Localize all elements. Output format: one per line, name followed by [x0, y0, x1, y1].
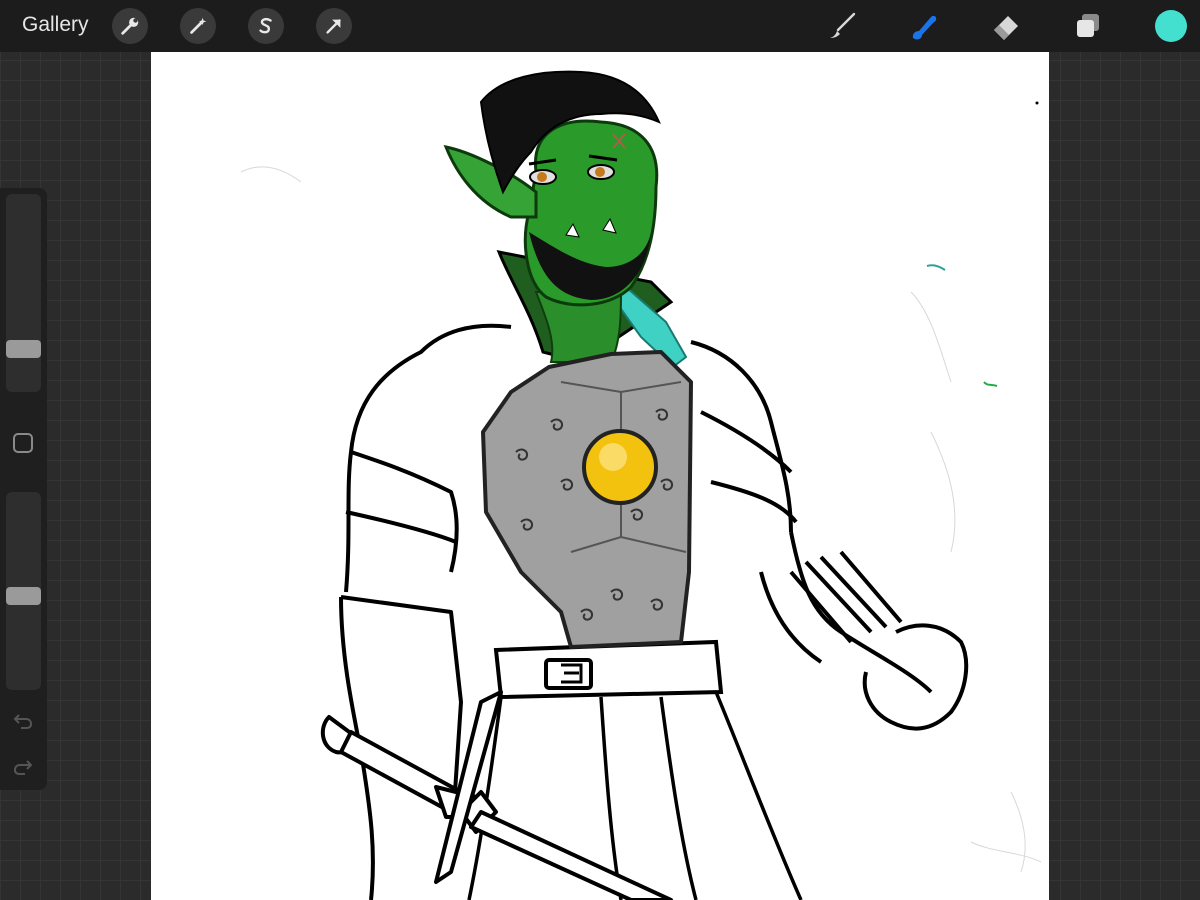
- left-sidebar: [0, 188, 47, 790]
- magic-wand-icon: [190, 17, 207, 34]
- brush-size-slider[interactable]: [6, 194, 41, 392]
- transform-button[interactable]: [316, 8, 352, 44]
- illustration: [240, 70, 1042, 900]
- smudge-icon: [912, 15, 937, 40]
- undo-icon: [13, 714, 33, 729]
- adjustments-button[interactable]: [180, 8, 216, 44]
- color-picker-swatch[interactable]: [1155, 10, 1187, 42]
- opacity-slider[interactable]: [6, 492, 41, 690]
- top-toolbar: Gallery: [0, 0, 1200, 52]
- undo-button[interactable]: [12, 710, 34, 732]
- brush-icon: [830, 12, 856, 38]
- modify-button[interactable]: [13, 433, 33, 453]
- opacity-thumb[interactable]: [6, 587, 41, 606]
- layers-button[interactable]: [1070, 8, 1106, 44]
- smudge-tool-button[interactable]: [906, 8, 942, 44]
- brush-tool-button[interactable]: [824, 8, 860, 44]
- layers-icon: [1077, 14, 1099, 37]
- eraser-icon: [994, 16, 1018, 40]
- gallery-button[interactable]: Gallery: [22, 13, 89, 37]
- drawing-canvas[interactable]: [151, 52, 1049, 900]
- wrench-icon: [121, 17, 139, 35]
- selection-button[interactable]: [248, 8, 284, 44]
- actions-button[interactable]: [112, 8, 148, 44]
- selection-s-icon: [259, 18, 272, 34]
- redo-icon: [13, 760, 33, 775]
- eraser-tool-button[interactable]: [988, 8, 1024, 44]
- transform-arrow-icon: [326, 19, 341, 34]
- brush-size-thumb[interactable]: [6, 339, 41, 358]
- redo-button[interactable]: [12, 756, 34, 778]
